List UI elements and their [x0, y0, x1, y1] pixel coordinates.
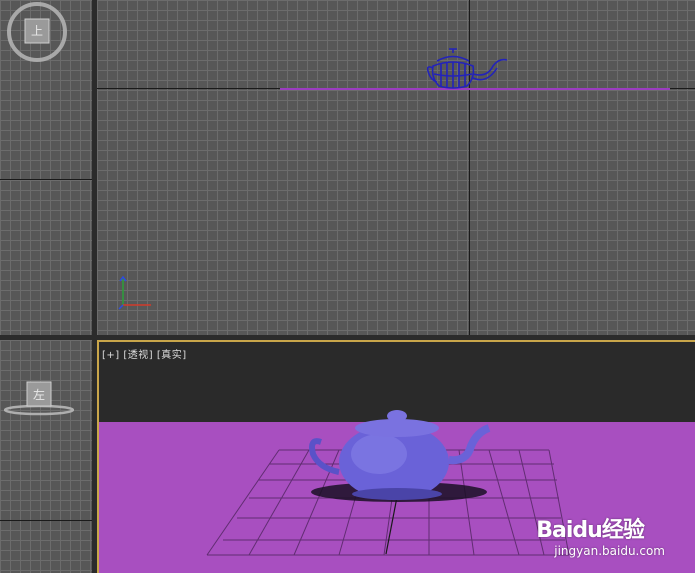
teapot-wireframe-icon — [427, 48, 508, 89]
viewport-left[interactable]: 左 — [0, 340, 92, 573]
baidu-jingyan-watermark: Baidu经验 jingyan.baidu.com — [536, 512, 665, 558]
viewport-top-left[interactable]: 上 — [0, 0, 92, 335]
viewcube[interactable]: 左 — [3, 378, 75, 418]
axis-tripod-icon — [118, 275, 151, 310]
viewcube-face-label: 左 — [33, 388, 46, 402]
viewcube[interactable]: 上 — [5, 2, 69, 62]
grid-axis-horizontal — [0, 520, 92, 521]
viewport-perspective[interactable]: [+] [透视] [真实] Baidu经验 jingyan.baidu.com — [97, 340, 695, 573]
viewcube-face-label: 上 — [31, 24, 44, 38]
watermark-url: jingyan.baidu.com — [554, 544, 665, 558]
grid-axis-horizontal — [0, 179, 92, 180]
viewport-top[interactable] — [97, 0, 695, 335]
watermark-brand: Baidu经验 — [536, 518, 645, 543]
